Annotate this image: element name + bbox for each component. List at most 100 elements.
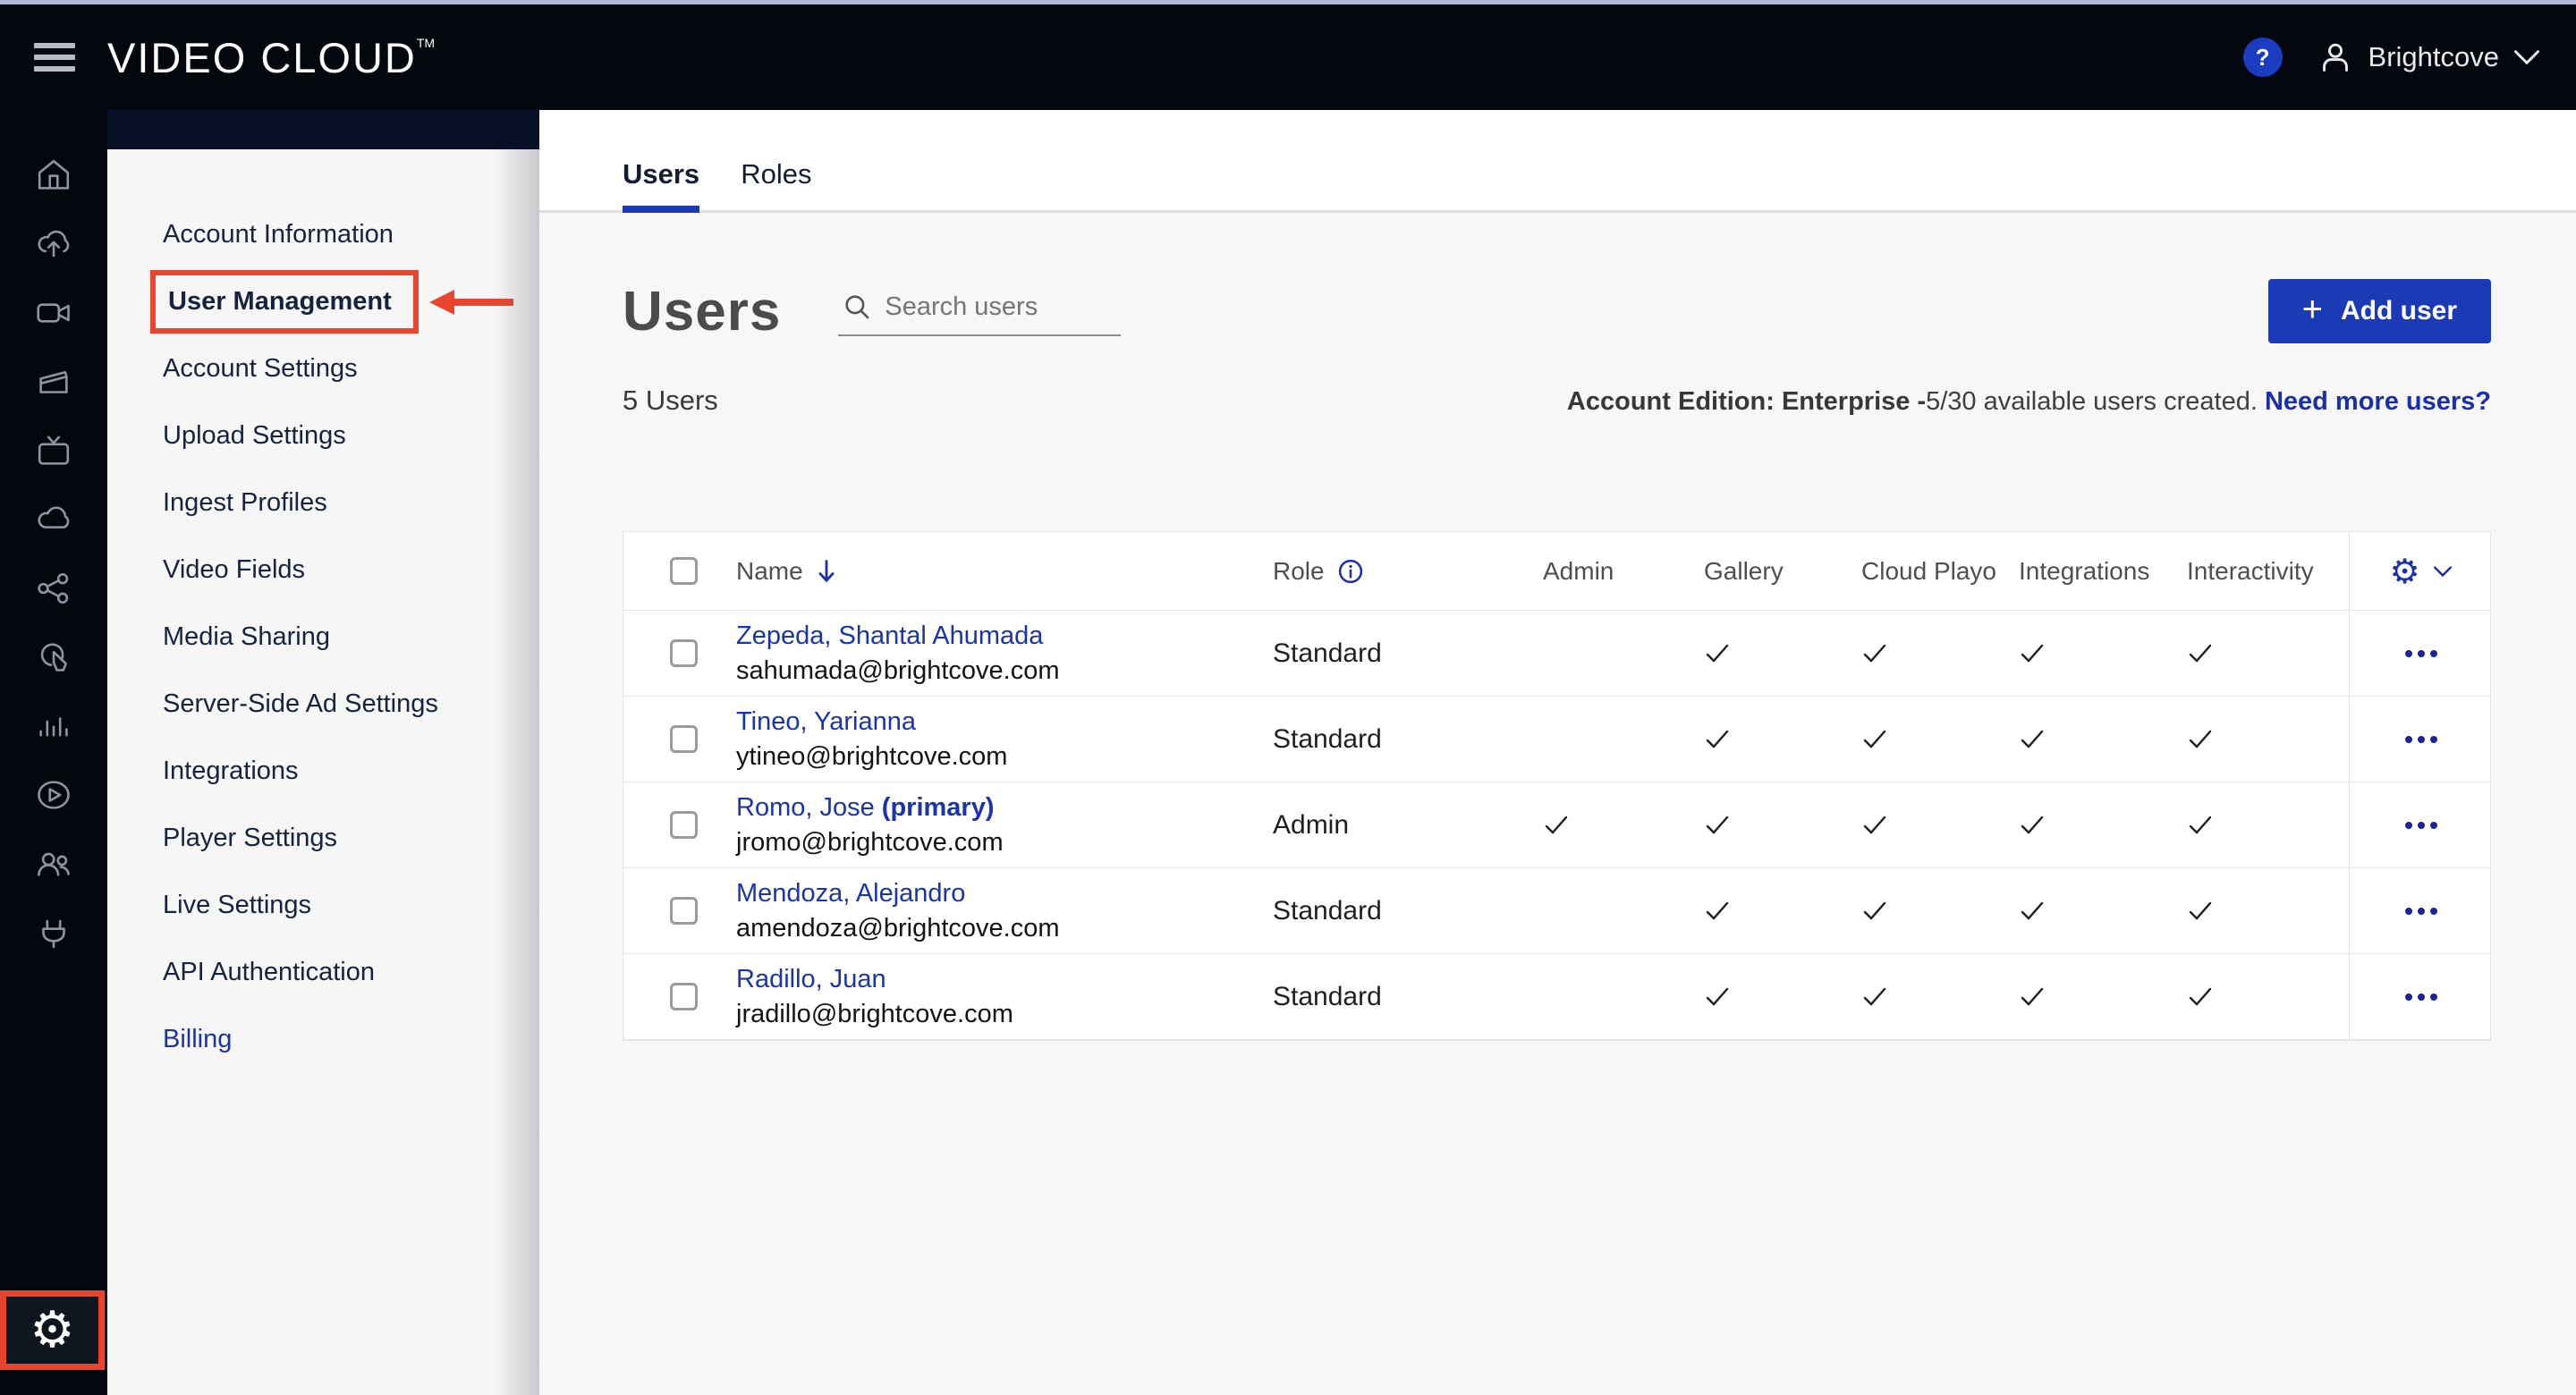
row-checkbox[interactable] [670,811,698,839]
user-email: jradillo@brightcove.com [736,1000,1013,1029]
role-info-icon[interactable] [1337,558,1364,585]
row-actions-button[interactable] [2396,899,2446,924]
row-actions-button[interactable] [2396,985,2446,1010]
top-header-bar: VIDEO CLOUDTM ? Brightcove [0,4,2576,110]
user-name-link[interactable]: Radillo, Juan [736,965,886,994]
gallery-check-cell [1682,985,1840,1009]
admin-check-cell [1521,814,1682,837]
media-clapperboard-icon[interactable] [32,361,75,402]
settings-nav: Account Information User Management Acco… [107,149,539,1073]
integrations-check-cell [1997,985,2165,1009]
sidebar-item-player-settings[interactable]: Player Settings [107,805,539,872]
page-title: Users [623,280,781,343]
account-menu[interactable]: Brightcove [2317,38,2540,76]
check-icon [2019,985,2046,1009]
interactivity-icon[interactable] [32,637,75,678]
search-input[interactable] [885,292,1117,322]
interactivity-check-cell [2165,900,2349,923]
user-email: jromo@brightcove.com [736,828,1004,858]
check-icon [1704,985,1731,1009]
integrations-check-cell [1997,900,2165,923]
row-actions-button[interactable] [2396,641,2446,666]
sidebar-item-upload-settings[interactable]: Upload Settings [107,402,539,469]
column-header-integrations: Integrations [1997,557,2165,586]
column-settings-button[interactable]: ⚙ [2389,554,2452,588]
sidebar-item-ingest-profiles[interactable]: Ingest Profiles [107,469,539,537]
column-header-interactivity: Interactivity [2165,557,2349,586]
user-name-link[interactable]: Tineo, Yarianna [736,707,916,737]
user-name-link[interactable]: Mendoza, Alejandro [736,879,965,909]
users-table-body: Zepeda, Shantal Ahumada sahumada@brightc… [623,611,2490,1040]
plus-icon: + [2302,290,2323,330]
integrations-plug-icon[interactable] [32,912,75,953]
account-edition-text: Account Edition: Enterprise -5/30 availa… [1567,387,2491,417]
settings-gear-active[interactable]: ⚙ [0,1290,105,1370]
check-icon [2187,728,2214,751]
table-row: Radillo, Juan jradillo@brightcove.com St… [623,954,2490,1040]
column-header-name[interactable]: Name [736,557,803,586]
search-icon [842,292,872,322]
sidebar-item-api-authentication[interactable]: API Authentication [107,939,539,1006]
video-camera-icon[interactable] [32,292,75,334]
table-row: Tineo, Yarianna ytineo@brightcove.com St… [623,697,2490,782]
sidebar-item-server-side-ad-settings[interactable]: Server-Side Ad Settings [107,671,539,738]
video-cloud-logo: VIDEO CLOUDTM [107,33,435,82]
check-icon [1704,728,1731,751]
check-icon [2187,985,2214,1009]
upload-icon[interactable] [32,224,75,265]
add-user-button[interactable]: + Add user [2268,279,2491,343]
check-icon [2019,642,2046,665]
admin-check-cell [1521,900,1682,923]
hamburger-menu-icon[interactable] [34,43,75,72]
user-role: Standard [1262,724,1521,755]
sidebar-item-billing[interactable]: Billing [107,1006,539,1073]
row-checkbox[interactable] [670,725,698,753]
column-header-admin: Admin [1521,557,1682,586]
settings-sidebar: Account Information User Management Acco… [107,110,539,1395]
share-icon[interactable] [32,568,75,609]
sidebar-item-live-settings[interactable]: Live Settings [107,872,539,939]
row-checkbox[interactable] [670,983,698,1010]
home-icon[interactable] [32,155,75,196]
need-more-users-link[interactable]: Need more users? [2265,387,2491,416]
user-name-link[interactable]: Zepeda, Shantal Ahumada [736,621,1043,651]
sidebar-item-account-information[interactable]: Account Information [107,201,539,268]
callout-arrow-icon [428,284,517,320]
audience-users-icon[interactable] [32,843,75,884]
sidebar-item-integrations[interactable]: Integrations [107,738,539,805]
user-email: amendoza@brightcove.com [736,914,1060,943]
cloud-playout-check-cell [1840,814,1997,837]
check-icon [2187,642,2214,665]
row-checkbox[interactable] [670,897,698,925]
admin-check-cell [1521,728,1682,751]
select-all-checkbox[interactable] [670,557,698,585]
cloud-playout-check-cell [1840,642,1997,665]
sidebar-item-account-settings[interactable]: Account Settings [107,335,539,402]
user-name-link[interactable]: Romo, Jose (primary) [736,793,995,823]
row-checkbox[interactable] [670,639,698,667]
table-gear-icon: ⚙ [2389,554,2419,588]
sidebar-top-strip [107,110,539,149]
help-button[interactable]: ? [2243,38,2283,77]
tab-roles[interactable]: Roles [741,158,811,210]
player-play-icon[interactable] [32,774,75,816]
check-icon [1704,642,1731,665]
cloud-playout-check-cell [1840,900,1997,923]
sort-descending-icon[interactable] [816,559,837,584]
user-role: Admin [1262,810,1521,841]
analytics-icon[interactable] [32,706,75,747]
check-icon [2019,814,2046,837]
gallery-check-cell [1682,728,1840,751]
sidebar-item-video-fields[interactable]: Video Fields [107,537,539,604]
users-table: Name Role Admin Gallery Cloud Playo [623,531,2491,1041]
check-icon [1704,900,1731,923]
row-actions-button[interactable] [2396,727,2446,752]
tv-icon[interactable] [32,430,75,471]
cloud-playout-check-cell [1840,985,1997,1009]
sidebar-item-user-management[interactable]: User Management [107,268,539,335]
row-actions-button[interactable] [2396,813,2446,838]
user-role: Standard [1262,638,1521,669]
cloud-icon[interactable] [32,499,75,540]
sidebar-item-media-sharing[interactable]: Media Sharing [107,604,539,671]
tab-users[interactable]: Users [623,158,699,210]
